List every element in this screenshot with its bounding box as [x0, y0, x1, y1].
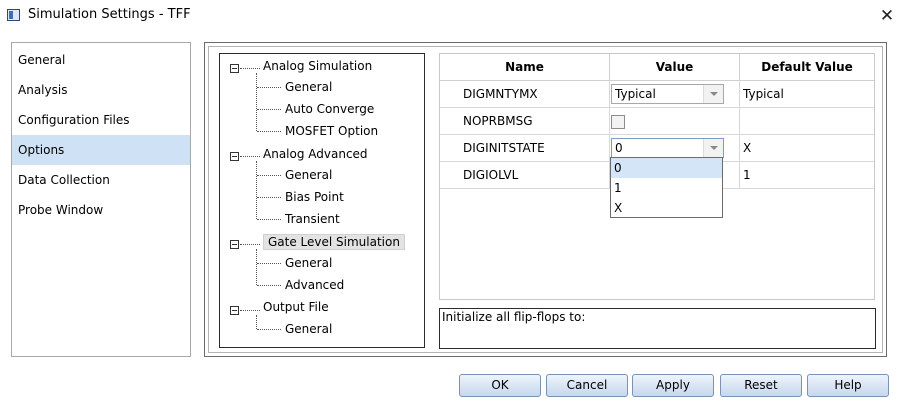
tree-item-auto-converge[interactable]: Auto Converge — [285, 99, 374, 119]
property-name: DIGMNTYMX — [440, 81, 610, 108]
dropdown-option-0[interactable]: 0 — [611, 158, 722, 178]
tree-item-bias-point[interactable]: Bias Point — [285, 187, 344, 207]
tree-connector — [257, 219, 281, 220]
reset-button[interactable]: Reset — [720, 374, 802, 397]
tree-item-analog-general[interactable]: General — [285, 77, 332, 97]
app-icon — [7, 9, 20, 21]
tree-item-gate-advanced[interactable]: Advanced — [285, 275, 344, 295]
tree-group-label: Gate Level Simulation — [263, 234, 405, 250]
window-title: Simulation Settings - TFF — [28, 7, 191, 22]
diginitstate-dropdown-list: 0 1 X — [610, 157, 723, 218]
collapse-icon[interactable] — [230, 152, 239, 161]
tree-group-output-file[interactable]: Output File — [263, 297, 329, 317]
tree-connector — [257, 263, 281, 264]
tree-connector — [240, 156, 260, 157]
help-button[interactable]: Help — [807, 374, 889, 397]
tree-item-transient[interactable]: Transient — [285, 209, 340, 229]
collapse-icon[interactable] — [230, 240, 239, 249]
nav-item-configuration-files[interactable]: Configuration Files — [12, 105, 190, 135]
tree-connector — [257, 175, 281, 176]
default-value: Typical — [740, 81, 874, 108]
chevron-down-icon[interactable] — [703, 139, 723, 157]
close-icon[interactable]: ✕ — [876, 5, 898, 27]
tree-connector — [240, 310, 260, 311]
category-list: General Analysis Configuration Files Opt… — [11, 42, 191, 357]
tree-connector — [240, 68, 260, 69]
tree-connector — [257, 109, 281, 110]
title-bar: Simulation Settings - TFF ✕ — [0, 0, 902, 32]
tree-connector — [256, 161, 257, 219]
tree-connector — [256, 249, 257, 285]
noprbmsg-checkbox[interactable] — [611, 115, 625, 129]
nav-item-options[interactable]: Options — [12, 135, 190, 165]
tree-connector — [240, 244, 260, 245]
digmntymx-select[interactable]: Typical — [611, 84, 724, 104]
table-row-value-cell: Typical — [610, 81, 740, 108]
default-value: X — [740, 135, 874, 162]
tree-connector — [256, 315, 257, 329]
tree-connector — [257, 197, 281, 198]
dropdown-option-1[interactable]: 1 — [611, 178, 722, 198]
table-row-value-cell — [610, 108, 740, 135]
tree-item-output-general[interactable]: General — [285, 319, 332, 339]
dropdown-option-x[interactable]: X — [611, 198, 722, 218]
apply-button[interactable]: Apply — [632, 374, 714, 397]
tree-connector — [257, 285, 281, 286]
tree-item-gate-general[interactable]: General — [285, 253, 332, 273]
nav-item-data-collection[interactable]: Data Collection — [12, 165, 190, 195]
tree-connector — [256, 73, 257, 131]
diginitstate-select-value: 0 — [615, 141, 623, 155]
cancel-button[interactable]: Cancel — [546, 374, 628, 397]
description-text: Initialize all flip-flops to: — [442, 310, 586, 324]
column-header-name[interactable]: Name — [440, 54, 610, 81]
tree-group-analog-advanced[interactable]: Analog Advanced — [263, 144, 368, 164]
tree-connector — [257, 87, 281, 88]
property-name: DIGIOLVL — [440, 162, 610, 189]
property-name: NOPRBMSG — [440, 108, 610, 135]
description-box: Initialize all flip-flops to: — [439, 308, 876, 349]
options-tree: Analog Simulation General Auto Converge … — [219, 53, 425, 348]
tree-group-analog-simulation[interactable]: Analog Simulation — [263, 56, 372, 76]
tree-connector — [257, 329, 281, 330]
property-name: DIGINITSTATE — [440, 135, 610, 162]
ok-button[interactable]: OK — [459, 374, 541, 397]
nav-item-general[interactable]: General — [12, 45, 190, 75]
column-header-value[interactable]: Value — [610, 54, 740, 81]
default-value — [740, 108, 874, 135]
diginitstate-select[interactable]: 0 — [611, 138, 724, 158]
column-header-default-value[interactable]: Default Value — [740, 54, 874, 81]
tree-item-advanced-general[interactable]: General — [285, 165, 332, 185]
default-value: 1 — [740, 162, 874, 189]
collapse-icon[interactable] — [230, 306, 239, 315]
tree-connector — [257, 131, 281, 132]
collapse-icon[interactable] — [230, 64, 239, 73]
nav-item-probe-window[interactable]: Probe Window — [12, 195, 190, 225]
nav-item-analysis[interactable]: Analysis — [12, 75, 190, 105]
digmntymx-select-value: Typical — [615, 87, 656, 101]
tree-group-gate-level-simulation[interactable]: Gate Level Simulation — [263, 232, 405, 252]
chevron-down-icon[interactable] — [703, 85, 723, 103]
tree-item-mosfet-option[interactable]: MOSFET Option — [285, 121, 378, 141]
